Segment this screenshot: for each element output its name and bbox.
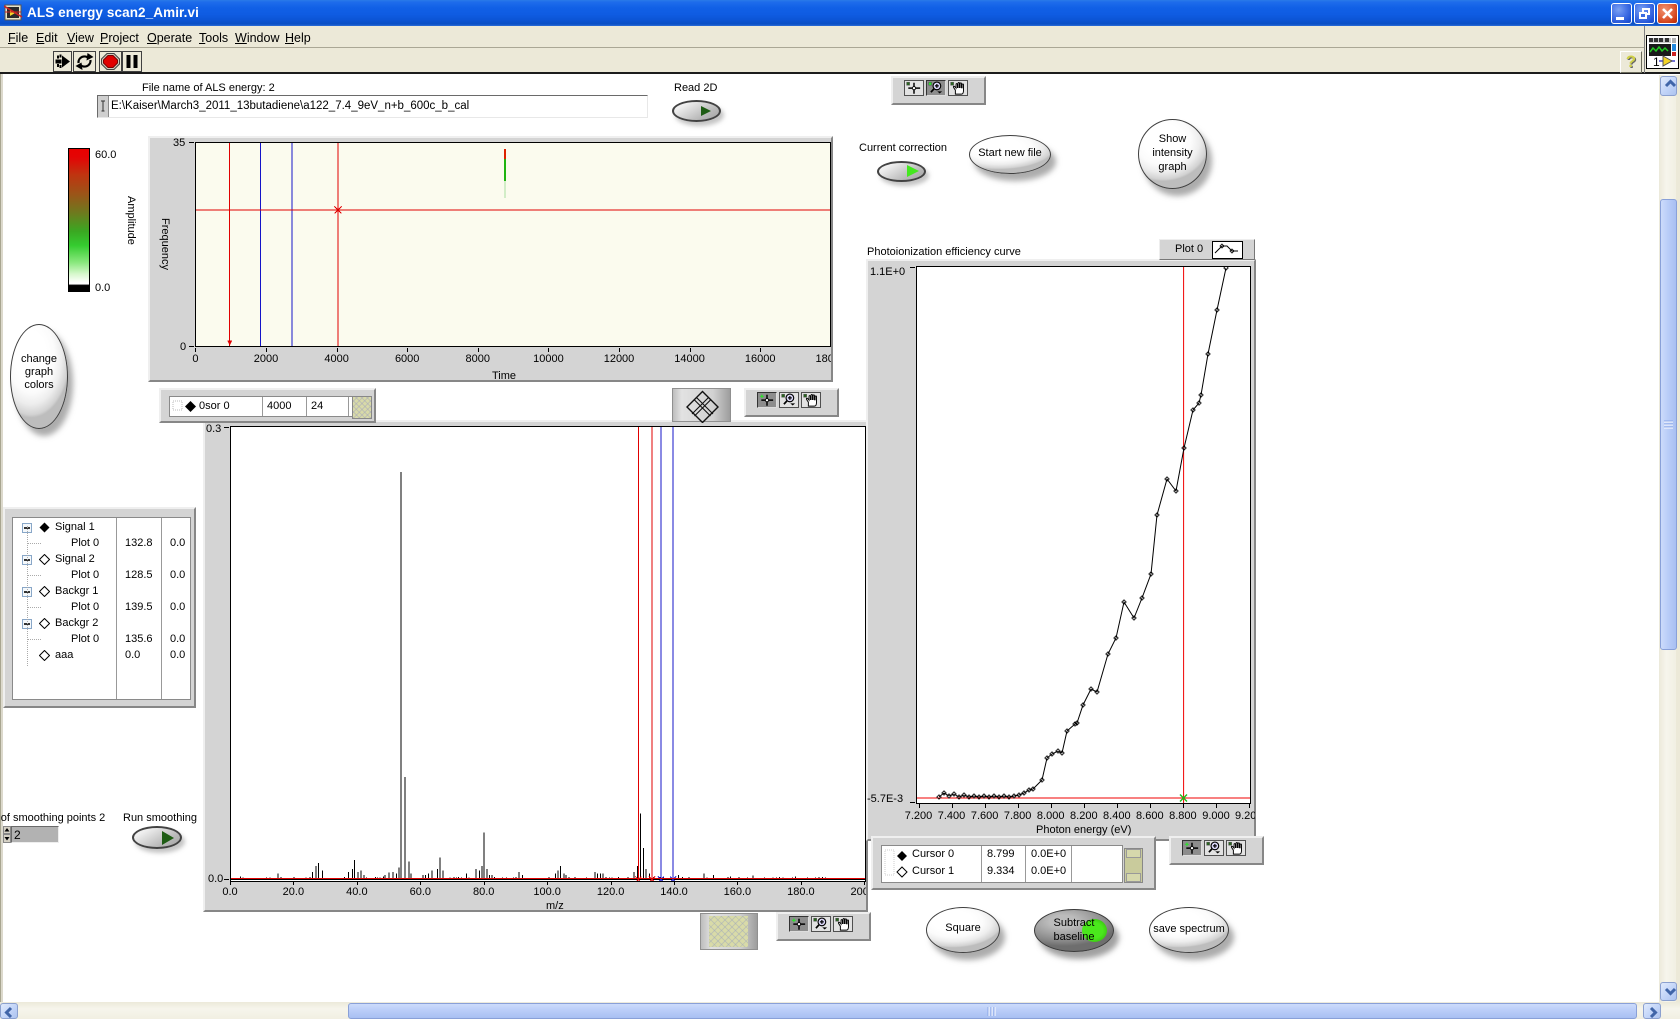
svg-text:1: 1 xyxy=(1653,55,1660,68)
